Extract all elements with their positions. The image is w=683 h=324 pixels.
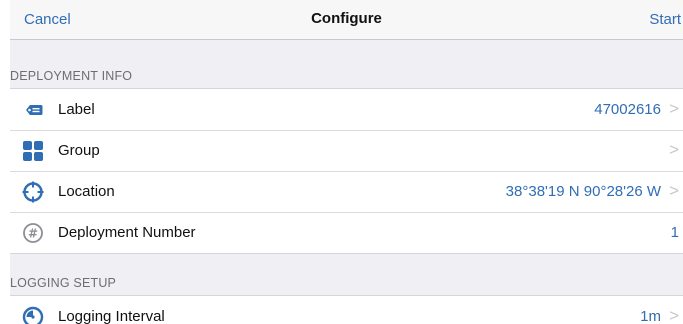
chevron-right-icon: >: [669, 99, 679, 118]
row-group[interactable]: Group >: [10, 130, 683, 171]
chevron-right-icon: >: [669, 140, 679, 159]
deployment-number-value: 1: [670, 224, 679, 241]
label-value: 47002616: [594, 101, 661, 118]
row-deployment-number-text: Deployment Number: [58, 224, 196, 241]
crosshair-icon: [22, 181, 44, 203]
section-header-label: DEPLOYMENT INFO: [10, 69, 133, 83]
chevron-right-icon: >: [669, 306, 679, 324]
row-logging-interval-text: Logging Interval: [58, 308, 165, 324]
chevron-right-icon: >: [669, 181, 679, 200]
section-header-label: LOGGING SETUP: [10, 276, 117, 290]
location-value: 38°38'19 N 90°28'26 W: [505, 183, 661, 200]
svg-text:#: #: [28, 227, 38, 241]
row-location-text: Location: [58, 183, 115, 200]
row-deployment-number: # Deployment Number 1: [10, 212, 683, 253]
logging-interval-value: 1m: [640, 308, 661, 324]
navigation-bar: Cancel Configure Start: [10, 0, 683, 40]
tag-icon: [22, 99, 44, 121]
row-label-text: Label: [58, 101, 95, 118]
left-edge: [0, 0, 10, 324]
logging-setup-group: Logging Interval 1m >: [10, 295, 683, 324]
row-label[interactable]: Label 47002616 >: [10, 89, 683, 130]
row-location[interactable]: Location 38°38'19 N 90°28'26 W >: [10, 171, 683, 212]
number-badge-icon: #: [22, 222, 44, 244]
row-logging-interval[interactable]: Logging Interval 1m >: [10, 296, 683, 324]
configure-screen: Cancel Configure Start DEPLOYMENT INFO L…: [0, 0, 683, 324]
page-title: Configure: [311, 10, 382, 27]
section-header-deployment-info: DEPLOYMENT INFO: [10, 63, 683, 87]
section-header-logging-setup: LOGGING SETUP: [10, 270, 683, 294]
interval-gauge-icon: [22, 306, 44, 324]
deployment-info-group: Label 47002616 > Group > Location 38°38'…: [10, 88, 683, 254]
grid-icon: [22, 140, 44, 162]
row-group-text: Group: [58, 142, 100, 159]
start-button[interactable]: Start: [649, 11, 681, 28]
